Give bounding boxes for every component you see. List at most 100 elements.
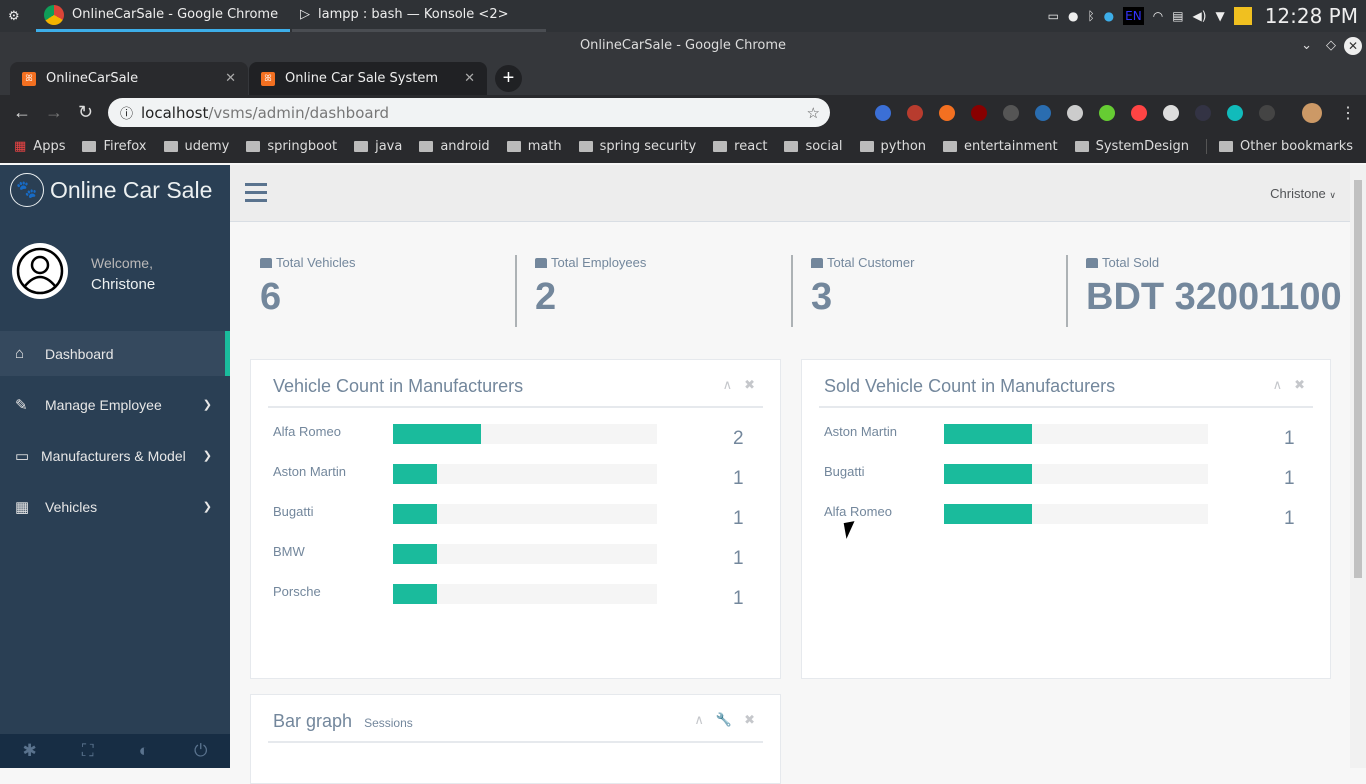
profile-avatar[interactable]: [1302, 103, 1322, 123]
sidebar: 🐾 Online Car Sale Welcome, Christone ⌂ Das…: [0, 165, 230, 768]
fullscreen-icon[interactable]: ⛶: [82, 741, 94, 761]
other-bookmarks[interactable]: Other bookmarks: [1205, 139, 1353, 154]
task-konsole[interactable]: ▷ lampp : bash — Konsole <2>: [292, 0, 546, 32]
bookmark-label: entertainment: [964, 139, 1058, 154]
logout-power-icon[interactable]: ⏻: [194, 741, 207, 761]
close-icon[interactable]: ✖: [1294, 377, 1305, 393]
reload-icon[interactable]: ↻: [78, 102, 93, 123]
paw-icon: 🐾: [10, 173, 44, 207]
extension-icon[interactable]: [1067, 105, 1083, 121]
bookmark-folder[interactable]: springboot: [246, 139, 337, 154]
user-dropdown[interactable]: Christone ∨: [1270, 186, 1336, 201]
bluetooth-icon[interactable]: ᛒ: [1087, 9, 1094, 23]
tile-value: 2: [535, 276, 557, 318]
sidebar-item-manage-employee[interactable]: ✎ Manage Employee ❯: [0, 382, 230, 427]
download-icon[interactable]: [1099, 105, 1115, 121]
notes-icon[interactable]: [1233, 7, 1252, 25]
bookmark-folder[interactable]: python: [859, 139, 926, 154]
bookmark-folder[interactable]: Firefox: [82, 139, 147, 154]
kde-menu-icon[interactable]: ⚙: [0, 0, 36, 32]
progress-bar: [393, 464, 657, 484]
wifi-icon[interactable]: ◠: [1153, 9, 1163, 23]
bookmark-folder[interactable]: udemy: [163, 139, 230, 154]
tab-label: OnlineCarSale: [46, 71, 139, 86]
clipboard-icon[interactable]: ▤: [1172, 9, 1183, 23]
close-icon[interactable]: ✖: [744, 712, 755, 728]
progress-fill: [944, 424, 1032, 444]
page-scrollbar[interactable]: [1350, 165, 1366, 768]
lock-eye-icon[interactable]: ◐: [139, 741, 149, 761]
vehicle-count: 1: [1284, 508, 1295, 529]
collapse-icon[interactable]: ∧: [723, 377, 733, 393]
collapse-icon[interactable]: ∧: [1273, 377, 1283, 393]
chrome-menu-icon[interactable]: ⋮: [1340, 103, 1356, 123]
tray-expand-icon[interactable]: ▼: [1215, 9, 1224, 23]
bookmark-apps[interactable]: ▦ Apps: [14, 139, 65, 154]
maximize-icon[interactable]: ◇: [1326, 32, 1336, 60]
address-bar[interactable]: ⓘ localhost/vsms/admin/dashboard ☆: [108, 98, 830, 127]
bookmark-label: udemy: [184, 139, 230, 154]
extension-icon[interactable]: [907, 105, 923, 121]
volume-icon[interactable]: ◀): [1193, 9, 1207, 23]
progress-fill: [393, 504, 438, 524]
close-window-icon[interactable]: ✕: [1344, 37, 1362, 55]
task-chrome[interactable]: OnlineCarSale - Google Chrome: [36, 0, 290, 32]
brand-link[interactable]: 🐾 Online Car Sale: [10, 173, 212, 207]
language-indicator[interactable]: EN: [1123, 7, 1144, 25]
close-tab-icon[interactable]: ✕: [225, 71, 236, 86]
extension-icon[interactable]: [1227, 105, 1243, 121]
back-icon[interactable]: ←: [13, 102, 31, 123]
extension-icon[interactable]: [1035, 105, 1051, 121]
bookmark-folder[interactable]: android: [419, 139, 490, 154]
tile-label: Total Sold: [1102, 255, 1160, 270]
folder-icon: [578, 141, 593, 152]
task-label: OnlineCarSale - Google Chrome: [72, 7, 279, 22]
sidebar-item-manufacturers-model[interactable]: ▭ Manufacturers & Model ❯: [0, 433, 230, 478]
minimize-icon[interactable]: ⌄: [1301, 32, 1312, 60]
bookmark-label: Apps: [33, 139, 66, 154]
extension-icon[interactable]: [1195, 105, 1211, 121]
react-devtools-icon[interactable]: [1003, 105, 1019, 121]
forward-icon[interactable]: →: [45, 102, 63, 123]
bookmark-label: social: [805, 139, 843, 154]
menu-toggle-icon[interactable]: [245, 183, 267, 207]
close-icon[interactable]: ✖: [744, 377, 755, 393]
bookmark-folder[interactable]: java: [354, 139, 402, 154]
progress-bar: [944, 424, 1208, 444]
bus-icon: [535, 257, 547, 268]
bookmark-folder[interactable]: entertainment: [943, 139, 1058, 154]
new-tab-button[interactable]: +: [495, 65, 522, 92]
skype-icon[interactable]: ●: [1068, 9, 1078, 23]
bookmark-folder[interactable]: social: [784, 139, 843, 154]
bookmark-folder[interactable]: SystemDesign: [1074, 139, 1189, 154]
wrench-icon[interactable]: 🔧: [716, 712, 732, 728]
extension-icon[interactable]: [1131, 105, 1147, 121]
progress-fill: [944, 464, 1032, 484]
terminal-icon: ▷: [300, 7, 310, 22]
settings-icon[interactable]: ✱: [23, 741, 37, 761]
sidebar-menu: ⌂ Dashboard ✎ Manage Employee ❯ ▭ Manufactur…: [0, 331, 230, 535]
progress-bar: [393, 544, 657, 564]
extension-icon[interactable]: [875, 105, 891, 121]
tab-online-car-sale-system[interactable]: ꕤ Online Car Sale System ✕: [249, 62, 487, 95]
accessibility-icon[interactable]: ●: [1104, 9, 1114, 23]
sidebar-item-dashboard[interactable]: ⌂ Dashboard: [0, 331, 230, 376]
extension-icon[interactable]: [939, 105, 955, 121]
tile-total-employees: Total Employees 2: [515, 255, 791, 327]
bar-graph-panel: Bar graph Sessions ∧ 🔧 ✖: [250, 694, 781, 784]
extension-icon[interactable]: [1163, 105, 1179, 121]
collapse-icon[interactable]: ∧: [694, 712, 704, 728]
folder-icon: [506, 141, 521, 152]
sidebar-item-vehicles[interactable]: ▦ Vehicles ❯: [0, 484, 230, 529]
bookmark-folder[interactable]: spring security: [578, 139, 696, 154]
ublock-icon[interactable]: [971, 105, 987, 121]
bookmark-folder[interactable]: react: [713, 139, 767, 154]
close-tab-icon[interactable]: ✕: [464, 71, 475, 86]
battery-icon[interactable]: ▭: [1048, 9, 1059, 23]
window-titlebar: OnlineCarSale - Google Chrome ✕ ◇ ⌄: [0, 32, 1366, 60]
tab-onlinecarsale[interactable]: ꕤ OnlineCarSale ✕: [10, 62, 248, 95]
json-viewer-icon[interactable]: [1259, 105, 1275, 121]
user-name: Christone: [91, 276, 156, 293]
bookmark-folder[interactable]: math: [506, 139, 562, 154]
bookmark-star-icon[interactable]: ☆: [807, 104, 820, 122]
